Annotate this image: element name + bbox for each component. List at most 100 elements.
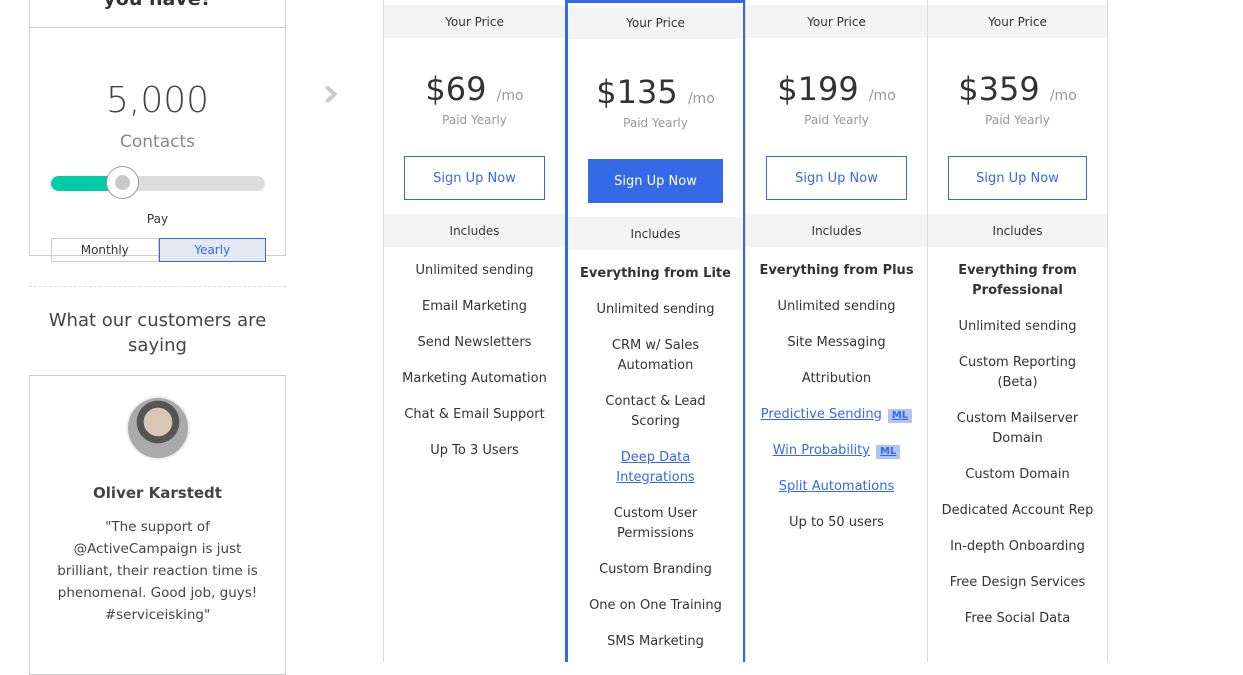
feature-item[interactable]: Deep Data Integrations [580,448,731,488]
feature-text[interactable]: Deep Data Integrations [616,450,694,485]
price-amount: $199 [777,70,859,108]
price-period: /mo [687,91,715,107]
feature-text: Unlimited sending [596,302,715,317]
feature-item: Unlimited sending [580,300,731,320]
feature-text[interactable]: Win Probability [773,443,870,458]
contacts-value: 5,000 [105,80,210,121]
monthly-option[interactable]: Monthly [51,238,159,262]
feature-item: Everything from Professional [940,261,1095,301]
feature-item: Dedicated Account Rep [940,501,1095,521]
contacts-card: 5,000 Contacts Pay Monthly Yearly [29,0,286,262]
billing-toggle[interactable]: Monthly Yearly [51,238,266,262]
your-price-header: Your Price [568,6,743,39]
feature-text: Custom Reporting (Beta) [958,355,1077,390]
feature-item: Up to 50 users [758,513,915,533]
feature-item: Contact & Lead Scoring [580,392,731,432]
feature-text: Marketing Automation [402,371,547,386]
feature-text: Chat & Email Support [404,407,545,422]
sign-up-button[interactable]: Sign Up Now [404,156,545,200]
feature-item: SMS Marketing [580,632,731,652]
feature-list: Everything from Lite Unlimited sending CRM… [580,264,731,668]
testimonial-card: Oliver Karstedt "The support of @ActiveC… [29,375,286,675]
feature-item: Up To 3 Users [396,441,553,461]
feature-item: Unlimited sending [940,317,1095,337]
divider [29,286,286,287]
feature-item: Custom Mailserver Domain [940,409,1095,449]
sign-up-button[interactable]: Sign Up Now [766,156,907,200]
feature-text: Free Social Data [964,611,1071,626]
feature-text: Custom Domain [965,467,1070,482]
feature-item: Free Design Services [940,573,1095,593]
includes-header: Includes [568,217,743,250]
feature-item[interactable]: Win Probability ML [758,441,915,461]
feature-text: Dedicated Account Rep [941,503,1094,518]
feature-item: Unlimited sending [758,297,915,317]
feature-item: Send Newsletters [396,333,553,353]
ml-badge: ML [875,445,901,459]
feature-item: Email Marketing [396,297,553,317]
feature-item: Attribution [758,369,915,389]
feature-item: In-depth Onboarding [940,537,1095,557]
feature-item[interactable]: Predictive Sending ML [758,405,915,425]
feature-list: Unlimited sending Email Marketing Send New… [396,261,553,477]
slider-handle[interactable] [105,166,139,199]
yearly-option[interactable]: Yearly [158,238,266,262]
billing-note: Paid Yearly [985,113,1050,127]
feature-text: Attribution [801,371,872,386]
ml-badge: ML [887,409,913,423]
feature-item: Chat & Email Support [396,405,553,425]
contacts-slider[interactable] [51,166,265,199]
price-amount: $359 [958,70,1040,108]
testimonials-heading: What our customers are saying [48,310,267,356]
feature-text[interactable]: Predictive Sending [761,407,882,422]
price-period: /mo [868,88,896,104]
includes-header: Includes [928,214,1107,247]
feature-text: Site Messaging [787,335,886,350]
feature-text: Everything from Professional [958,263,1077,298]
plan-column: Your Price $199 /mo Paid Yearly Sign Up … [745,0,927,662]
double-chevron-right-icon: ›› [322,70,340,116]
feature-text: Up to 50 users [789,515,884,530]
billing-note: Paid Yearly [623,116,688,130]
price-amount: $135 [596,73,678,111]
plan-column: Your Price $359 /mo Paid Yearly Sign Up … [927,0,1108,662]
feature-text: Custom Branding [599,562,712,577]
feature-text: Unlimited sending [777,299,896,314]
feature-item: Marketing Automation [396,369,553,389]
testimonial-quote: "The support of @ActiveCampaign is just … [57,519,258,623]
feature-item[interactable]: Split Automations [758,477,915,497]
pay-label: Pay [146,212,169,226]
price-amount: $69 [425,70,487,108]
includes-header: Includes [384,214,565,247]
feature-text: Email Marketing [422,299,527,314]
feature-item: Everything from Lite [580,264,731,284]
feature-text: Custom Mailserver Domain [956,411,1079,446]
feature-item: Unlimited sending [396,261,553,281]
billing-note: Paid Yearly [442,113,507,127]
feature-item: Custom Reporting (Beta) [940,353,1095,393]
feature-item: Everything from Plus [758,261,915,281]
plan-price: $69 /mo [384,70,565,108]
feature-text: CRM w/ Sales Automation [611,338,700,373]
feature-text: Custom User Permissions [613,506,698,541]
plan-column: Your Price $135 /mo Paid Yearly Sign Up … [565,0,746,662]
your-price-header: Your Price [928,5,1107,38]
feature-item: Custom Domain [940,465,1095,485]
testimonial-name: Oliver Karstedt [93,484,222,502]
feature-text[interactable]: Split Automations [779,479,894,494]
billing-note: Paid Yearly [804,113,869,127]
your-price-header: Your Price [384,5,565,38]
feature-text: Unlimited sending [415,263,534,278]
feature-text: Free Design Services [949,575,1086,590]
feature-item: One on One Training [580,596,731,616]
feature-text: Send Newsletters [417,335,532,350]
your-price-header: Your Price [746,5,927,38]
sign-up-button[interactable]: Sign Up Now [588,159,723,203]
feature-item: Free Social Data [940,609,1095,629]
feature-text: Unlimited sending [958,319,1077,334]
sign-up-button[interactable]: Sign Up Now [948,156,1087,200]
plan-price: $199 /mo [746,70,927,108]
feature-list: Everything from Professional Unlimited se… [940,261,1095,645]
feature-item: Site Messaging [758,333,915,353]
feature-list: Everything from Plus Unlimited sending Sit… [758,261,915,549]
